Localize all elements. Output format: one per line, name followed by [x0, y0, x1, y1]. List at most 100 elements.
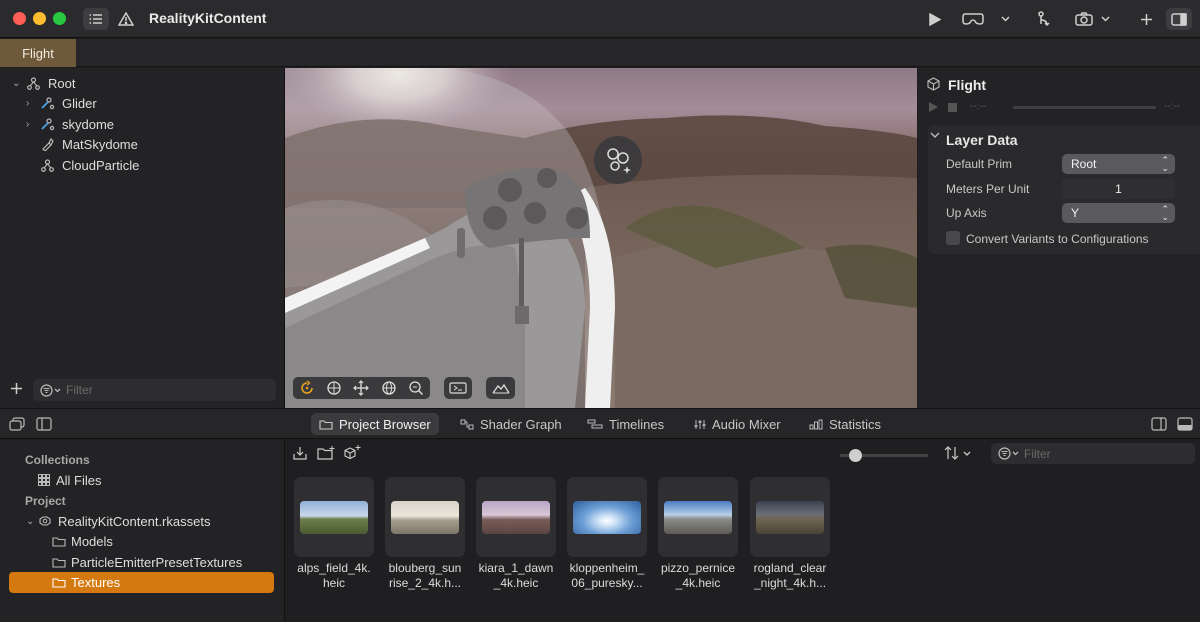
inspector-panel: Flight --:-- --:-- Layer Data Default Pr…	[918, 68, 1200, 408]
slider-knob[interactable]	[849, 449, 862, 462]
windows-toggle-button[interactable]	[9, 417, 25, 431]
asset-name: kloppenheim_ 06_puresky...	[569, 561, 645, 590]
tab-statistics[interactable]: Statistics	[801, 413, 889, 435]
hierarchy-item-glider[interactable]: › Glider	[26, 93, 97, 113]
select-tool-button[interactable]	[326, 380, 342, 396]
asset-tile[interactable]	[658, 477, 738, 557]
warning-icon	[118, 12, 134, 26]
import-button[interactable]	[293, 446, 307, 460]
vision-pro-menu-button[interactable]	[998, 8, 1012, 30]
close-window-button[interactable]	[13, 12, 26, 25]
folder-item-models[interactable]: Models	[52, 531, 113, 551]
hierarchy-label: Root	[48, 75, 76, 91]
filter-menu-icon[interactable]	[40, 383, 62, 397]
section-title: Layer Data	[946, 132, 1018, 148]
hdri-thumbnail	[573, 500, 641, 534]
hierarchy-item-cloudparticle[interactable]: CloudParticle	[38, 155, 139, 175]
package-item[interactable]: ⌄ RealityKitContent.rkassets	[26, 511, 210, 531]
folder-add-icon	[317, 446, 335, 460]
tab-label: Project Browser	[339, 416, 431, 432]
thumbnail-size-slider[interactable]	[840, 448, 928, 464]
bottom-panel-toggle-button[interactable]	[1177, 417, 1193, 431]
vision-pro-button[interactable]	[961, 8, 985, 30]
sort-icon	[944, 446, 971, 460]
project-filter-input[interactable]	[1024, 446, 1164, 461]
chevron-down-icon[interactable]: ⌄	[26, 516, 38, 527]
hierarchy-filter-input[interactable]	[66, 383, 246, 397]
hierarchy-label: skydome	[62, 116, 115, 132]
tab-audio-mixer[interactable]: Audio Mixer	[686, 413, 789, 435]
tab-label: Shader Graph	[480, 416, 562, 432]
folder-label: ParticleEmitterPresetTextures	[71, 554, 243, 570]
inspector-toggle-button[interactable]	[1166, 8, 1192, 30]
material-icon	[38, 137, 56, 151]
particle-tool-button[interactable]	[1034, 8, 1056, 30]
camera-menu-button[interactable]	[1098, 8, 1112, 30]
sidebar-left-icon	[36, 417, 52, 431]
tab-shader-graph[interactable]: Shader Graph	[452, 413, 570, 435]
camera-button[interactable]	[1074, 8, 1094, 30]
chevron-down-icon[interactable]: ⌄	[12, 78, 24, 89]
folder-item-textures[interactable]	[9, 572, 274, 593]
orbit-tool-button[interactable]	[299, 380, 315, 396]
asset-tile[interactable]	[476, 477, 556, 557]
chevron-right-icon[interactable]: ›	[26, 119, 38, 130]
folder-item-textures-content[interactable]: Textures	[52, 572, 120, 592]
camera-frame-button[interactable]	[444, 377, 472, 399]
package-icon	[38, 515, 53, 528]
asset-tile[interactable]	[385, 477, 465, 557]
hierarchy-label: Glider	[62, 95, 97, 111]
scene-viewport[interactable]	[285, 68, 917, 408]
play-button[interactable]	[926, 8, 944, 30]
plus-icon	[1140, 13, 1152, 25]
new-scene-button[interactable]	[343, 445, 361, 461]
convert-variants-checkbox[interactable]	[946, 231, 960, 245]
all-files-item[interactable]: All Files	[38, 470, 102, 490]
sidebar-list-toggle-button[interactable]	[83, 8, 109, 30]
environment-button[interactable]	[486, 377, 515, 399]
default-prim-popup[interactable]: Root ⌃ ⌄	[1062, 154, 1175, 174]
hierarchy-item-matskydome[interactable]: MatSkydome	[38, 134, 138, 154]
asset-tile[interactable]	[567, 477, 647, 557]
zoom-window-button[interactable]	[53, 12, 66, 25]
import-icon	[293, 447, 307, 460]
hierarchy-item-skydome[interactable]: › skydome	[26, 114, 114, 134]
hierarchy-item-root[interactable]: ⌄ Root	[12, 73, 75, 93]
add-button[interactable]	[1137, 8, 1155, 30]
tab-label: Statistics	[829, 416, 882, 432]
hierarchy-label: MatSkydome	[62, 136, 138, 152]
bar-chart-icon	[809, 419, 823, 430]
cube-icon	[927, 77, 940, 91]
timeline-scrubber[interactable]	[1013, 106, 1156, 109]
inspector-panel-toggle-button[interactable]	[1151, 417, 1167, 431]
minimize-window-button[interactable]	[33, 12, 46, 25]
new-folder-button[interactable]	[317, 446, 335, 460]
add-entity-button[interactable]	[10, 382, 23, 395]
filter-menu-icon[interactable]	[998, 447, 1020, 460]
scale-tool-button[interactable]	[408, 380, 424, 396]
asset-tile[interactable]	[750, 477, 830, 557]
move-tool-button[interactable]	[353, 380, 370, 396]
hierarchy-filter-field[interactable]	[33, 379, 276, 401]
play-icon	[929, 102, 938, 112]
sidebar-toggle-button[interactable]	[36, 417, 52, 431]
timeline-stop-button[interactable]	[948, 103, 957, 112]
folder-item-particle-textures[interactable]: ParticleEmitterPresetTextures	[52, 552, 242, 572]
chevron-down-icon[interactable]	[930, 132, 940, 139]
sort-button[interactable]	[944, 446, 974, 460]
timeline-play-button[interactable]	[928, 102, 938, 112]
rotate-tool-button[interactable]	[381, 380, 397, 396]
tab-project-browser[interactable]: Project Browser	[311, 413, 439, 435]
project-filter-field[interactable]	[991, 443, 1195, 464]
hdri-thumbnail	[664, 500, 732, 534]
tab-flight[interactable]: Flight	[0, 39, 76, 67]
chevron-right-icon[interactable]: ›	[26, 98, 38, 109]
tab-timelines[interactable]: Timelines	[579, 413, 672, 435]
tab-label: Timelines	[609, 416, 665, 432]
meters-per-unit-label: Meters Per Unit	[946, 182, 1030, 196]
up-axis-popup[interactable]: Y ⌃ ⌄	[1062, 203, 1175, 223]
graph-icon	[460, 419, 474, 430]
warning-button[interactable]	[116, 8, 136, 30]
meters-per-unit-field[interactable]: 1	[1062, 179, 1175, 199]
asset-tile[interactable]	[294, 477, 374, 557]
